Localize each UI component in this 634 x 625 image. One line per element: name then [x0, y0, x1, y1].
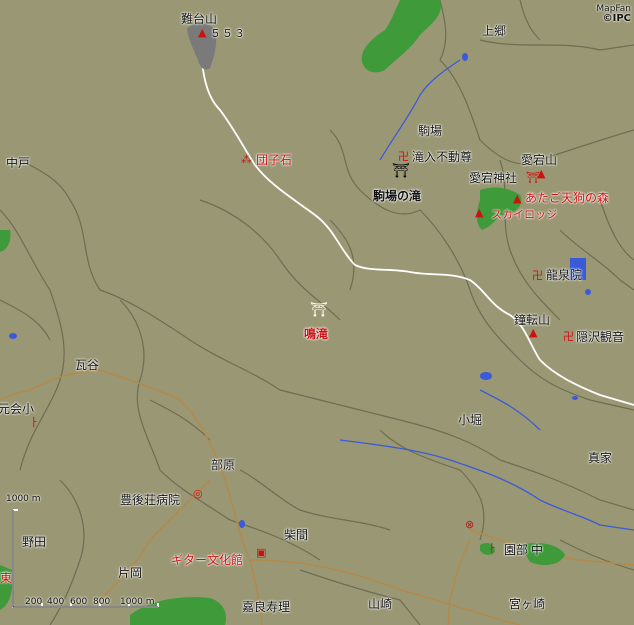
scale-tick-label: 600 — [70, 597, 88, 607]
summit-triangle-icon[interactable]: ▲ — [529, 327, 537, 338]
label-shibama[interactable]: 柴間 — [284, 528, 308, 542]
label-miyazaki[interactable]: 宮ヶ崎 — [509, 597, 545, 611]
hospital-icon[interactable]: ◎ — [193, 488, 203, 499]
label-yamazaki[interactable]: 山崎 — [368, 597, 392, 611]
label-kawaya[interactable]: 瓦谷 — [75, 358, 99, 372]
shrine-torii-icon[interactable]: ⛩ — [526, 172, 540, 183]
label-kobori[interactable]: 小堀 — [458, 413, 482, 427]
label-yoshirasuhara[interactable]: 嘉良寿理 — [242, 600, 290, 614]
summit-triangle-icon[interactable]: ▲ — [198, 27, 206, 38]
scale-tick-label: 800 — [93, 597, 111, 607]
temple-manji-icon[interactable]: 卍 — [532, 270, 543, 281]
label-shotenzan[interactable]: 鐘転山 — [514, 313, 550, 327]
label-ryusenin[interactable]: 龍泉院 — [546, 268, 582, 282]
scale-tick-label: 200 — [25, 597, 43, 607]
museum-icon[interactable]: ▣ — [256, 547, 266, 558]
label-nantaisan-elevation: ５５３ — [210, 27, 246, 40]
label-nantaisan[interactable]: 難台山 — [181, 12, 217, 26]
map-canvas[interactable]: MapFan ©IPC ▲ ⁂ 卍 ⛩ ▲ ⛩ ▲ ▲ 卍 ⛩ ▲ 卍 ㅏ ◎ … — [0, 0, 634, 625]
lodge-icon[interactable]: ▲ — [475, 207, 483, 218]
label-kamigo[interactable]: 上郷 — [482, 24, 506, 38]
temple-manji-icon[interactable]: 卍 — [398, 151, 409, 162]
label-nakado[interactable]: 中戸 — [6, 156, 30, 170]
label-atago-jinja[interactable]: 愛宕神社 — [469, 171, 517, 185]
label-takiiri-fudoson[interactable]: 滝入不動尊 — [412, 150, 472, 164]
label-dangoishi[interactable]: 団子石 — [256, 153, 292, 167]
waterfall-icon[interactable]: ⛩ — [392, 164, 410, 178]
map-credit: MapFan ©IPC — [596, 4, 631, 24]
label-guitar-museum[interactable]: ギター文化館 — [171, 553, 243, 567]
label-inzawa-kannon[interactable]: 隠沢観音 — [576, 330, 624, 344]
label-hebara[interactable]: 部原 — [211, 458, 235, 472]
label-makabe[interactable]: 真家 — [588, 451, 612, 465]
label-narutaki[interactable]: 鳴滝 — [304, 327, 328, 341]
scale-tick-label: 400 — [47, 597, 65, 607]
scale-top-label: 1000 m — [6, 494, 41, 504]
label-atagoyama[interactable]: 愛宕山 — [521, 153, 557, 167]
temple-manji-icon[interactable]: 卍 — [563, 331, 574, 342]
scale-tick-label: 1000 m — [120, 597, 155, 607]
label-komaba-falls[interactable]: 駒場の滝 — [373, 189, 421, 203]
school-icon[interactable]: ㅏ — [29, 417, 39, 428]
label-sonobe-naka[interactable]: 中 — [531, 543, 543, 557]
label-kyokaisho[interactable]: 元会小 — [0, 402, 34, 416]
credit-copyright: ©IPC — [602, 13, 631, 24]
waterfall-icon[interactable]: ⛩ — [310, 303, 328, 317]
rock-icon[interactable]: ⁂ — [241, 154, 252, 165]
label-skylodge[interactable]: スカイロッジ — [491, 208, 557, 222]
label-sonobe[interactable]: 園部 — [504, 543, 528, 557]
label-bungoso-hospital[interactable]: 豊後荘病院 — [120, 493, 180, 507]
label-noda[interactable]: 野田 — [22, 535, 46, 549]
label-komaba[interactable]: 駒場 — [418, 124, 442, 138]
post-office-icon[interactable]: ⊗ — [465, 519, 474, 530]
label-east-partial[interactable]: 東 — [0, 571, 12, 585]
museum-icon[interactable]: ▲ — [513, 193, 521, 204]
school-icon[interactable]: ㅏ — [487, 543, 497, 554]
label-atago-tengu-forest[interactable]: あたご天狗の森 — [525, 191, 609, 205]
label-kataoka[interactable]: 片岡 — [118, 566, 142, 580]
